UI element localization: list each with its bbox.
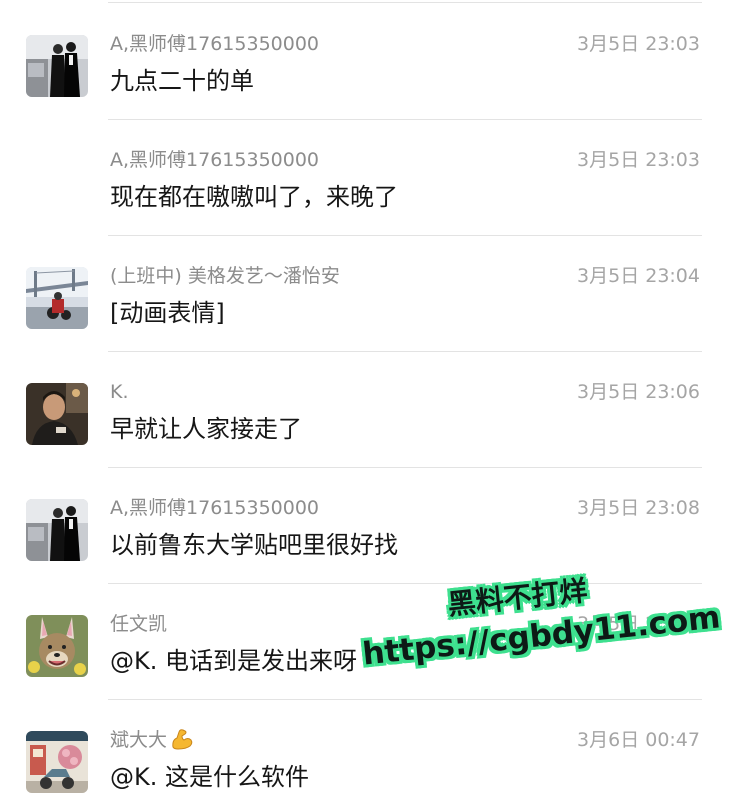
sender-name[interactable]: 斌大大 — [110, 728, 194, 752]
avatar[interactable] — [26, 267, 88, 329]
sender-name-text: 斌大大 — [110, 729, 168, 751]
message-time: 3月6日 00:47 — [577, 729, 700, 751]
message-time: 3月5日 23:04 — [577, 265, 700, 287]
message-item[interactable]: A,黑师傅17615350000 3月5日 23:08 以前鲁东大学贴吧里很好找 — [0, 468, 730, 584]
sender-name[interactable]: 任文凯 — [110, 612, 167, 636]
avatar[interactable] — [26, 383, 88, 445]
message-time: 3月5日 23:08 — [577, 497, 700, 519]
message-item[interactable]: A,黑师傅17615350000 3月5日 23:03 九点二十的单 — [0, 4, 730, 120]
message-text[interactable]: @K. 这是什么软件 — [110, 762, 309, 792]
message-text[interactable]: 以前鲁东大学贴吧里很好找 — [110, 530, 398, 560]
message-time: 3月5日 23:03 — [577, 33, 700, 55]
message-time: 3月5日 23:18 — [577, 613, 700, 635]
avatar[interactable] — [26, 499, 88, 561]
sender-name[interactable]: A,黑师傅17615350000 — [110, 32, 319, 56]
divider — [108, 2, 702, 3]
avatar[interactable] — [26, 731, 88, 793]
message-text[interactable]: 现在都在嗷嗷叫了，来晚了 — [110, 182, 398, 212]
message-text[interactable]: 早就让人家接走了 — [110, 414, 302, 444]
illustration-scooter-avatar-icon — [26, 731, 88, 793]
message-text[interactable]: [动画表情] — [110, 298, 225, 328]
man-portrait-avatar-icon — [26, 383, 88, 445]
sender-name[interactable]: K. — [110, 380, 129, 404]
message-time: 3月5日 23:06 — [577, 381, 700, 403]
message-item[interactable]: A,黑师傅17615350000 3月5日 23:03 现在都在嗷嗷叫了，来晚了 — [0, 120, 730, 236]
bridge-motorcycle-avatar-icon — [26, 267, 88, 329]
sender-name[interactable]: A,黑师傅17615350000 — [110, 496, 319, 520]
sender-name[interactable]: A,黑师傅17615350000 — [110, 148, 319, 172]
message-item[interactable]: 任文凯 3月5日 23:18 @K. 电话到是发出来呀 — [0, 584, 730, 700]
avatar[interactable] — [26, 35, 88, 97]
message-time: 3月5日 23:03 — [577, 149, 700, 171]
message-item[interactable]: K. 3月5日 23:06 早就让人家接走了 — [0, 352, 730, 468]
dog-bunny-ears-avatar-icon — [26, 615, 88, 677]
message-text[interactable]: 九点二十的单 — [110, 66, 254, 96]
message-item[interactable]: (上班中) 美格发艺～潘怡安 3月5日 23:04 [动画表情] — [0, 236, 730, 352]
couple-photo-avatar-icon — [26, 35, 88, 97]
chat-message-list: A,黑师傅17615350000 3月5日 23:03 九点二十的单 A,黑师傅… — [0, 0, 730, 800]
avatar[interactable] — [26, 615, 88, 677]
sender-name[interactable]: (上班中) 美格发艺～潘怡安 — [110, 264, 340, 288]
message-item[interactable]: 斌大大 3月6日 00:47 @K. 这是什么软件 — [0, 700, 730, 800]
couple-photo-avatar-icon — [26, 499, 88, 561]
message-text[interactable]: @K. 电话到是发出来呀 — [110, 646, 357, 676]
flexed-biceps-icon — [172, 729, 193, 750]
